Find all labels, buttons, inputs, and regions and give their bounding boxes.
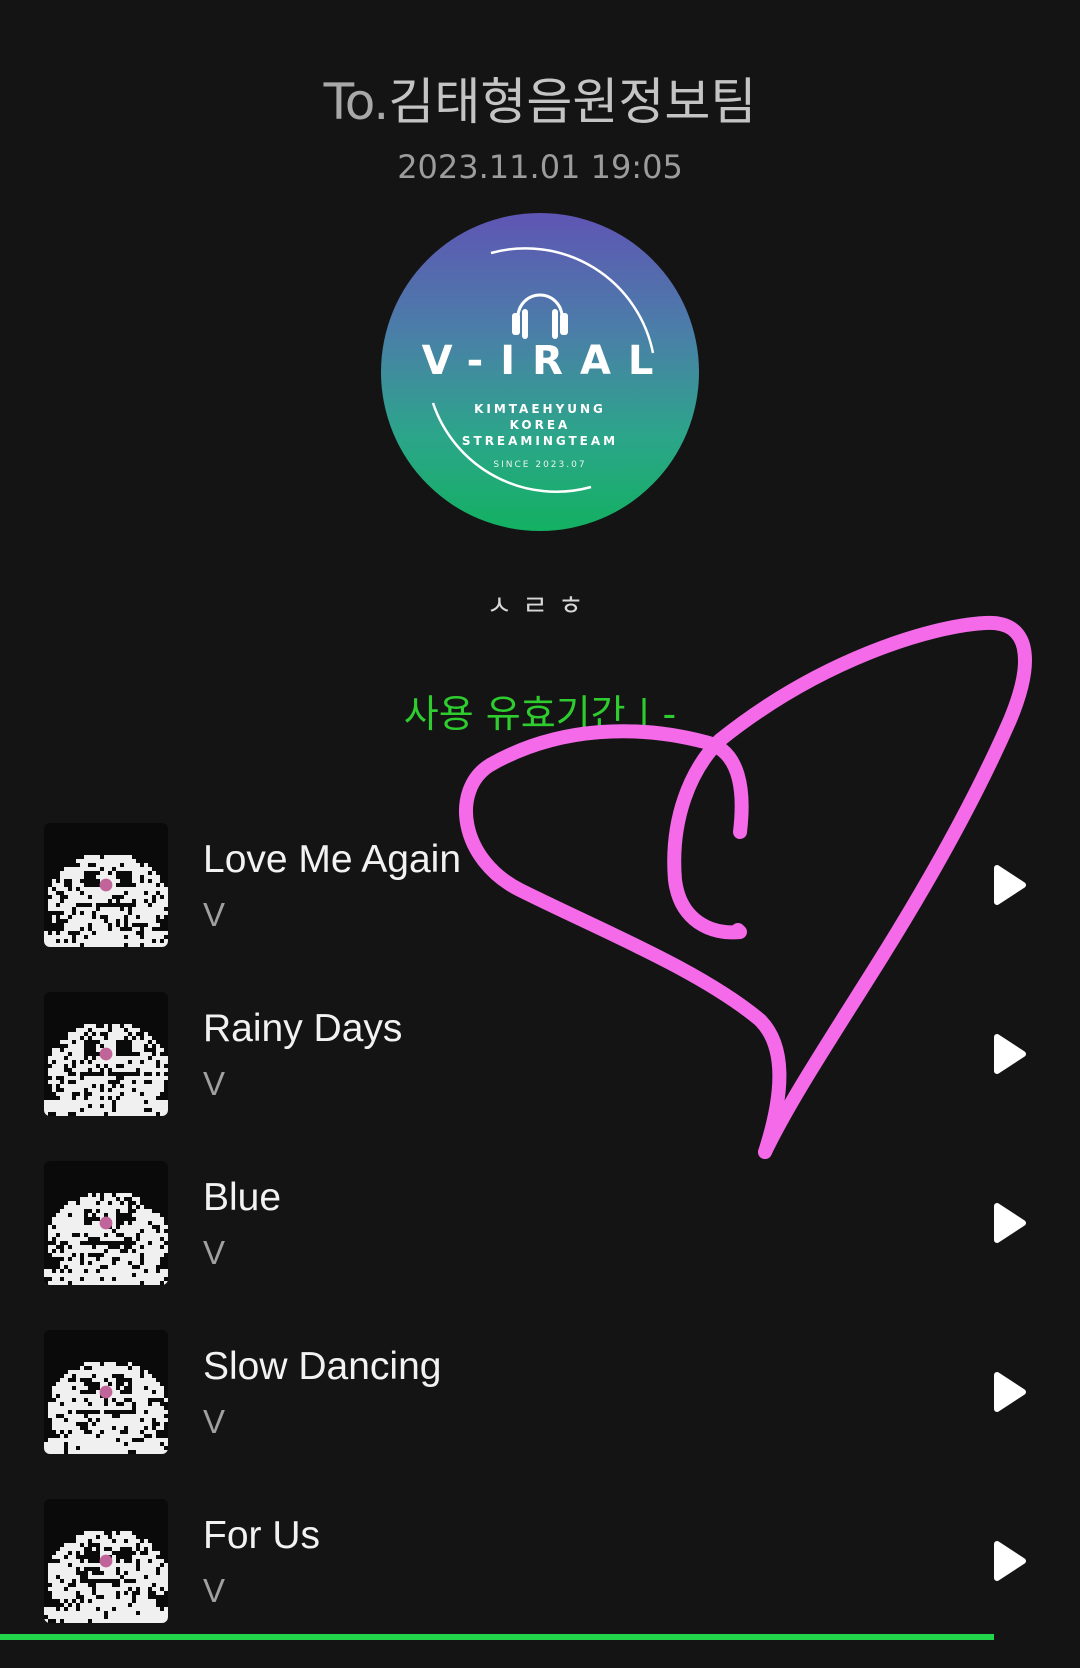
track-row[interactable]: Rainy Days V — [0, 992, 1080, 1161]
logo-line-1: KIMTAEHYUNG — [474, 402, 606, 416]
gift-header: To.김태형음원정보팀 2023.11.01 19:05 — [0, 62, 1080, 186]
track-row[interactable]: Slow Dancing V — [0, 1330, 1080, 1499]
album-art — [44, 823, 168, 947]
track-row[interactable]: Blue V — [0, 1161, 1080, 1330]
album-art-image — [44, 1531, 168, 1623]
track-artist: V — [203, 1403, 226, 1440]
track-artist: V — [203, 1572, 226, 1609]
album-art — [44, 1499, 168, 1623]
recipient-name: 김태형음원정보팀 — [388, 73, 757, 131]
track-title: For Us — [203, 1514, 320, 1557]
track-row[interactable]: Love Me Again V — [0, 823, 1080, 992]
play-icon[interactable] — [992, 863, 1028, 907]
track-artist: V — [203, 1234, 226, 1271]
play-icon[interactable] — [992, 1201, 1028, 1245]
track-title: Slow Dancing — [203, 1345, 442, 1388]
track-artist: V — [203, 896, 226, 933]
album-art-image — [44, 855, 168, 947]
playback-progress-bar[interactable] — [0, 1634, 994, 1640]
recipient-title: To.김태형음원정보팀 — [0, 62, 1080, 134]
to-prefix: To. — [323, 73, 390, 131]
play-icon[interactable] — [992, 1370, 1028, 1414]
logo-since: SINCE 2023.07 — [493, 460, 587, 470]
track-list: Love Me Again V Rainy Days V Blue V Slow… — [0, 823, 1080, 1668]
logo-line-3: STREAMINGTEAM — [461, 434, 619, 448]
album-art — [44, 1161, 168, 1285]
logo-wordmark: V-IRAL — [421, 338, 671, 384]
play-icon[interactable] — [992, 1539, 1028, 1583]
album-art — [44, 992, 168, 1116]
album-art-image — [44, 1193, 168, 1285]
track-title: Love Me Again — [203, 838, 462, 881]
track-row[interactable]: For Us V — [0, 1499, 1080, 1668]
album-art — [44, 1330, 168, 1454]
headphones-icon — [512, 293, 568, 339]
logo-line-2: KOREA — [509, 418, 571, 432]
album-art-image — [44, 1024, 168, 1116]
track-title: Rainy Days — [203, 1007, 403, 1050]
validity-period: 사용 유효기간 | - — [403, 692, 677, 736]
track-artist: V — [203, 1065, 226, 1102]
track-title: Blue — [203, 1176, 282, 1219]
sent-date: 2023.11.01 19:05 — [397, 148, 683, 186]
album-art-image — [44, 1362, 168, 1454]
play-icon[interactable] — [992, 1032, 1028, 1076]
sender-name: ㅅㄹㅎ — [486, 589, 594, 622]
team-logo: V-IRAL KIMTAEHYUNG KOREA STREAMINGTEAM S… — [381, 213, 699, 531]
